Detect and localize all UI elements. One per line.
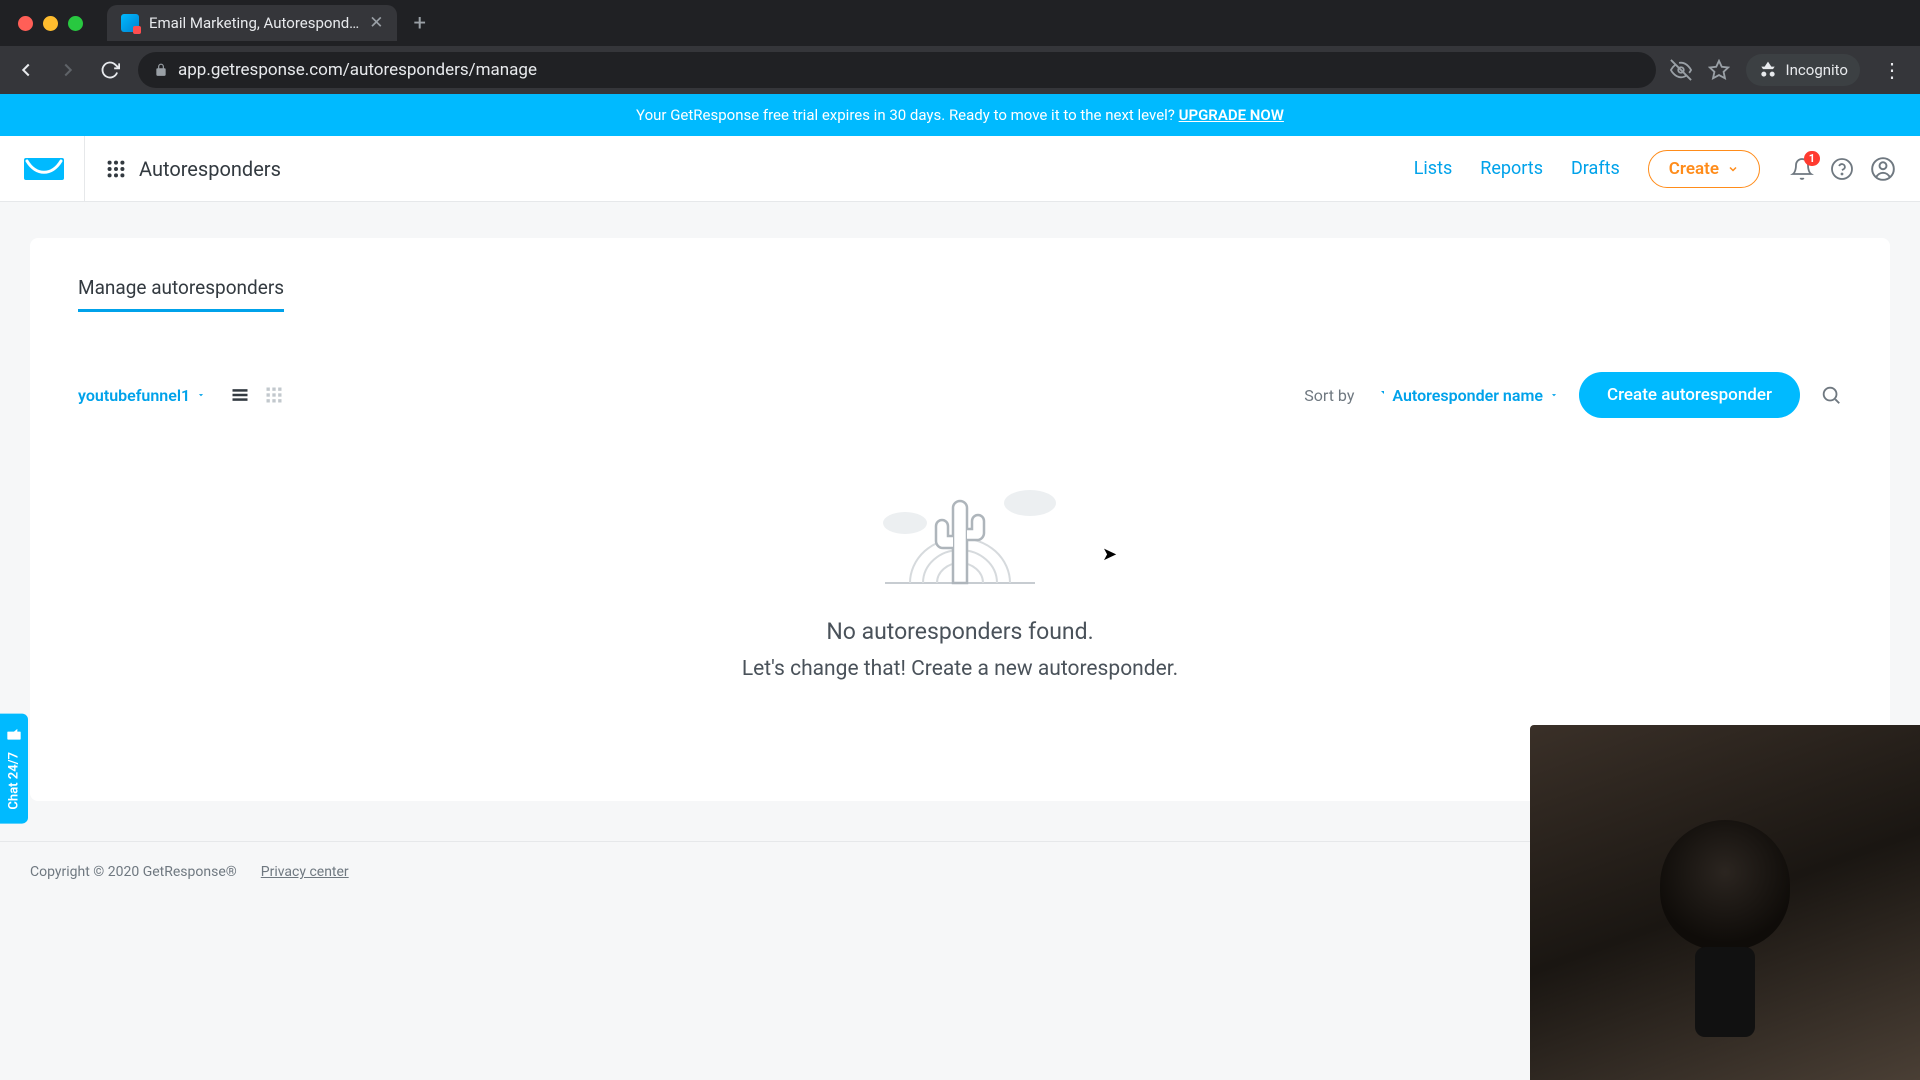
chat-label: Chat 24/7 bbox=[7, 752, 22, 810]
close-window-button[interactable] bbox=[18, 16, 33, 31]
user-icon bbox=[1870, 156, 1896, 182]
grid-view-icon bbox=[264, 385, 284, 405]
reload-button[interactable] bbox=[96, 56, 124, 84]
cactus-illustration-icon bbox=[845, 468, 1075, 588]
tab-manage-autoresponders[interactable]: Manage autoresponders bbox=[78, 276, 284, 312]
account-button[interactable] bbox=[1870, 156, 1896, 182]
incognito-label: Incognito bbox=[1786, 61, 1848, 79]
help-icon bbox=[1830, 157, 1854, 181]
sort-selector[interactable]: Autoresponder name bbox=[1374, 386, 1559, 405]
forward-button[interactable] bbox=[54, 56, 82, 84]
privacy-center-link[interactable]: Privacy center bbox=[261, 864, 349, 880]
empty-state-title: No autoresponders found. bbox=[78, 618, 1842, 645]
sort-selector-label: Autoresponder name bbox=[1392, 386, 1543, 405]
toolbar-right: Sort by Autoresponder name Create autore… bbox=[1304, 372, 1842, 418]
incognito-icon bbox=[1758, 60, 1778, 80]
upgrade-banner: Your GetResponse free trial expires in 3… bbox=[0, 94, 1920, 136]
topbar-icons: 1 bbox=[1790, 156, 1896, 182]
new-tab-button[interactable]: + bbox=[397, 11, 441, 36]
tab-title: Email Marketing, Autorespond… bbox=[149, 14, 359, 32]
banner-text: Your GetResponse free trial expires in 3… bbox=[636, 106, 1179, 124]
search-icon bbox=[1820, 384, 1842, 406]
create-button-label: Create bbox=[1669, 159, 1719, 179]
chevron-down-icon bbox=[1727, 163, 1739, 175]
sort-arrow-icon bbox=[1374, 389, 1386, 401]
sort-by-label: Sort by bbox=[1304, 386, 1354, 405]
top-navigation: Lists Reports Drafts Create bbox=[1414, 150, 1760, 188]
address-bar: app.getresponse.com/autoresponders/manag… bbox=[0, 46, 1920, 94]
url-text: app.getresponse.com/autoresponders/manag… bbox=[178, 60, 537, 80]
app-topbar: Autoresponders Lists Reports Drafts Crea… bbox=[0, 136, 1920, 202]
upgrade-now-link[interactable]: UPGRADE NOW bbox=[1179, 106, 1284, 124]
notification-count-badge: 1 bbox=[1804, 151, 1820, 166]
getresponse-logo-icon[interactable] bbox=[24, 154, 64, 184]
empty-state: No autoresponders found. Let's change th… bbox=[78, 468, 1842, 681]
view-toggle bbox=[230, 385, 284, 405]
eye-off-icon[interactable] bbox=[1670, 59, 1692, 81]
content-tabs: Manage autoresponders bbox=[78, 276, 1842, 312]
url-field[interactable]: app.getresponse.com/autoresponders/manag… bbox=[138, 52, 1656, 88]
grid-view-button[interactable] bbox=[264, 385, 284, 405]
content-card: Manage autoresponders youtubefunnel1 Sor… bbox=[30, 238, 1890, 801]
app-viewport: Your GetResponse free trial expires in 3… bbox=[0, 94, 1920, 1080]
page-title: Autoresponders bbox=[139, 157, 281, 181]
nav-lists[interactable]: Lists bbox=[1414, 158, 1453, 179]
window-controls bbox=[10, 16, 97, 31]
apps-menu-button[interactable] bbox=[105, 158, 127, 180]
maximize-window-button[interactable] bbox=[68, 16, 83, 31]
notifications-button[interactable]: 1 bbox=[1790, 157, 1814, 181]
webcam-overlay bbox=[1530, 725, 1920, 1080]
list-selector[interactable]: youtubefunnel1 bbox=[78, 386, 206, 405]
browser-chrome: Email Marketing, Autorespond… ✕ + app.ge… bbox=[0, 0, 1920, 94]
minimize-window-button[interactable] bbox=[43, 16, 58, 31]
lock-icon bbox=[154, 63, 168, 77]
help-button[interactable] bbox=[1830, 157, 1854, 181]
close-tab-button[interactable]: ✕ bbox=[369, 13, 383, 33]
nav-drafts[interactable]: Drafts bbox=[1571, 158, 1620, 179]
list-view-button[interactable] bbox=[230, 385, 250, 405]
list-selector-label: youtubefunnel1 bbox=[78, 386, 190, 405]
browser-menu-button[interactable]: ⋮ bbox=[1876, 58, 1908, 82]
list-view-icon bbox=[230, 385, 250, 405]
tab-bar: Email Marketing, Autorespond… ✕ + bbox=[0, 0, 1920, 46]
logo-wrap bbox=[24, 136, 85, 201]
empty-state-subtitle: Let's change that! Create a new autoresp… bbox=[78, 657, 1842, 681]
create-button[interactable]: Create bbox=[1648, 150, 1760, 188]
incognito-badge[interactable]: Incognito bbox=[1746, 54, 1860, 86]
create-autoresponder-button[interactable]: Create autoresponder bbox=[1579, 372, 1800, 418]
bookmark-star-icon[interactable] bbox=[1708, 59, 1730, 81]
content-toolbar: youtubefunnel1 Sort by Autoresponder nam… bbox=[78, 372, 1842, 418]
back-button[interactable] bbox=[12, 56, 40, 84]
nav-reports[interactable]: Reports bbox=[1480, 158, 1543, 179]
favicon-icon bbox=[121, 14, 139, 32]
caret-down-icon bbox=[196, 390, 206, 400]
chat-icon bbox=[6, 728, 22, 744]
toolbar-right: Incognito ⋮ bbox=[1670, 54, 1908, 86]
search-button[interactable] bbox=[1820, 384, 1842, 406]
chat-widget-button[interactable]: Chat 24/7 bbox=[0, 714, 28, 824]
caret-down-icon bbox=[1549, 390, 1559, 400]
copyright-text: Copyright © 2020 GetResponse® bbox=[30, 864, 237, 880]
browser-tab[interactable]: Email Marketing, Autorespond… ✕ bbox=[107, 5, 397, 41]
